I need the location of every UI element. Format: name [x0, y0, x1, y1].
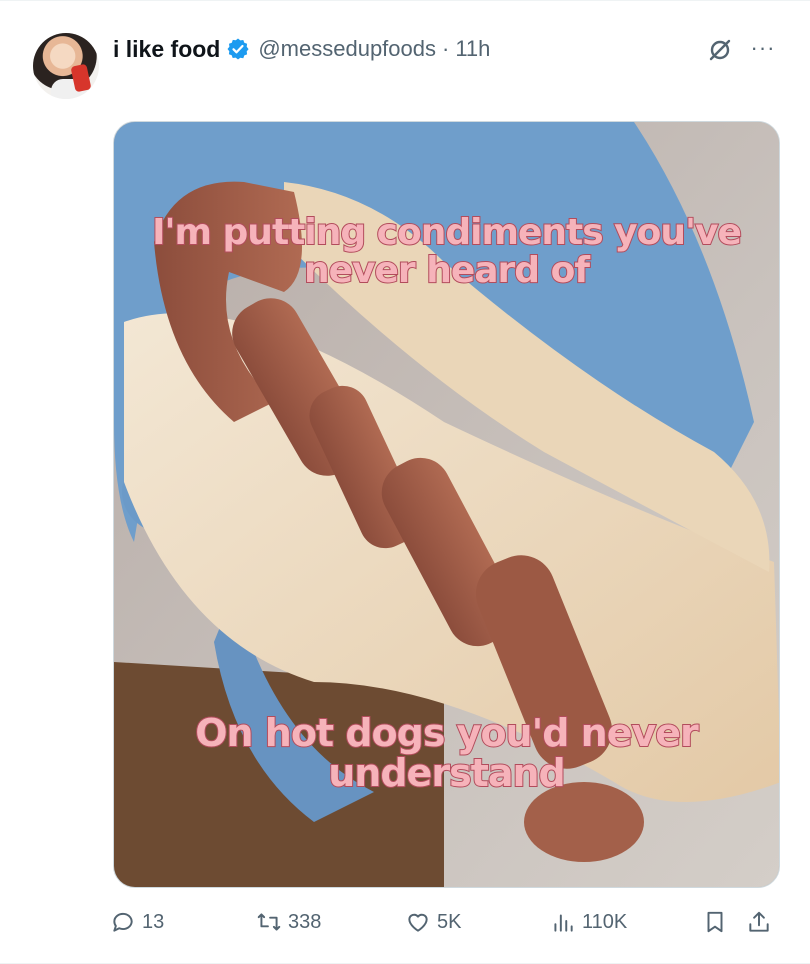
heart-icon	[408, 913, 428, 932]
bookmark-button[interactable]	[702, 901, 734, 943]
more-icon[interactable]: ···	[746, 31, 780, 65]
share-button[interactable]	[746, 901, 778, 943]
caption-bottom-line2: understand	[327, 750, 567, 795]
verified-badge-icon	[226, 37, 250, 61]
reply-button[interactable]: 13	[110, 901, 164, 943]
reply-count: 13	[142, 910, 165, 933]
display-name[interactable]: i like food	[113, 36, 220, 63]
avatar[interactable]	[33, 33, 99, 99]
handle[interactable]: @messedupfoods	[258, 36, 436, 62]
caption-bottom-line1: On hot dogs you'd never	[194, 711, 700, 755]
caption-bottom: On hot dogs you'd never understand	[114, 711, 779, 795]
tweet-image[interactable]: I'm putting condiments you've never hear…	[113, 121, 780, 888]
caption-top-line2: never heard of	[303, 249, 591, 291]
reply-icon	[113, 912, 133, 932]
grok-icon[interactable]	[703, 33, 737, 67]
repost-count: 338	[288, 910, 322, 933]
views-chart-icon	[554, 914, 573, 932]
bookmark-icon	[707, 911, 723, 933]
tweet-card[interactable]: i like food @messedupfoods · 11h ··· I'm…	[0, 0, 810, 964]
caption-top-line1: I'm putting condiments you've	[151, 212, 743, 253]
like-button[interactable]: 5K	[405, 901, 461, 943]
view-count: 110K	[582, 910, 628, 933]
repost-icon	[257, 913, 281, 931]
repost-button[interactable]: 338	[256, 901, 321, 943]
timestamp[interactable]: 11h	[455, 36, 490, 62]
like-count: 5K	[437, 910, 462, 933]
separator-dot: ·	[442, 36, 450, 61]
action-bar: 13 338 5K 110K	[110, 901, 790, 943]
tweet-header: i like food @messedupfoods · 11h	[113, 33, 490, 65]
views-button[interactable]: 110K	[550, 901, 627, 943]
share-icon	[749, 911, 769, 932]
caption-top: I'm putting condiments you've never hear…	[114, 212, 779, 291]
